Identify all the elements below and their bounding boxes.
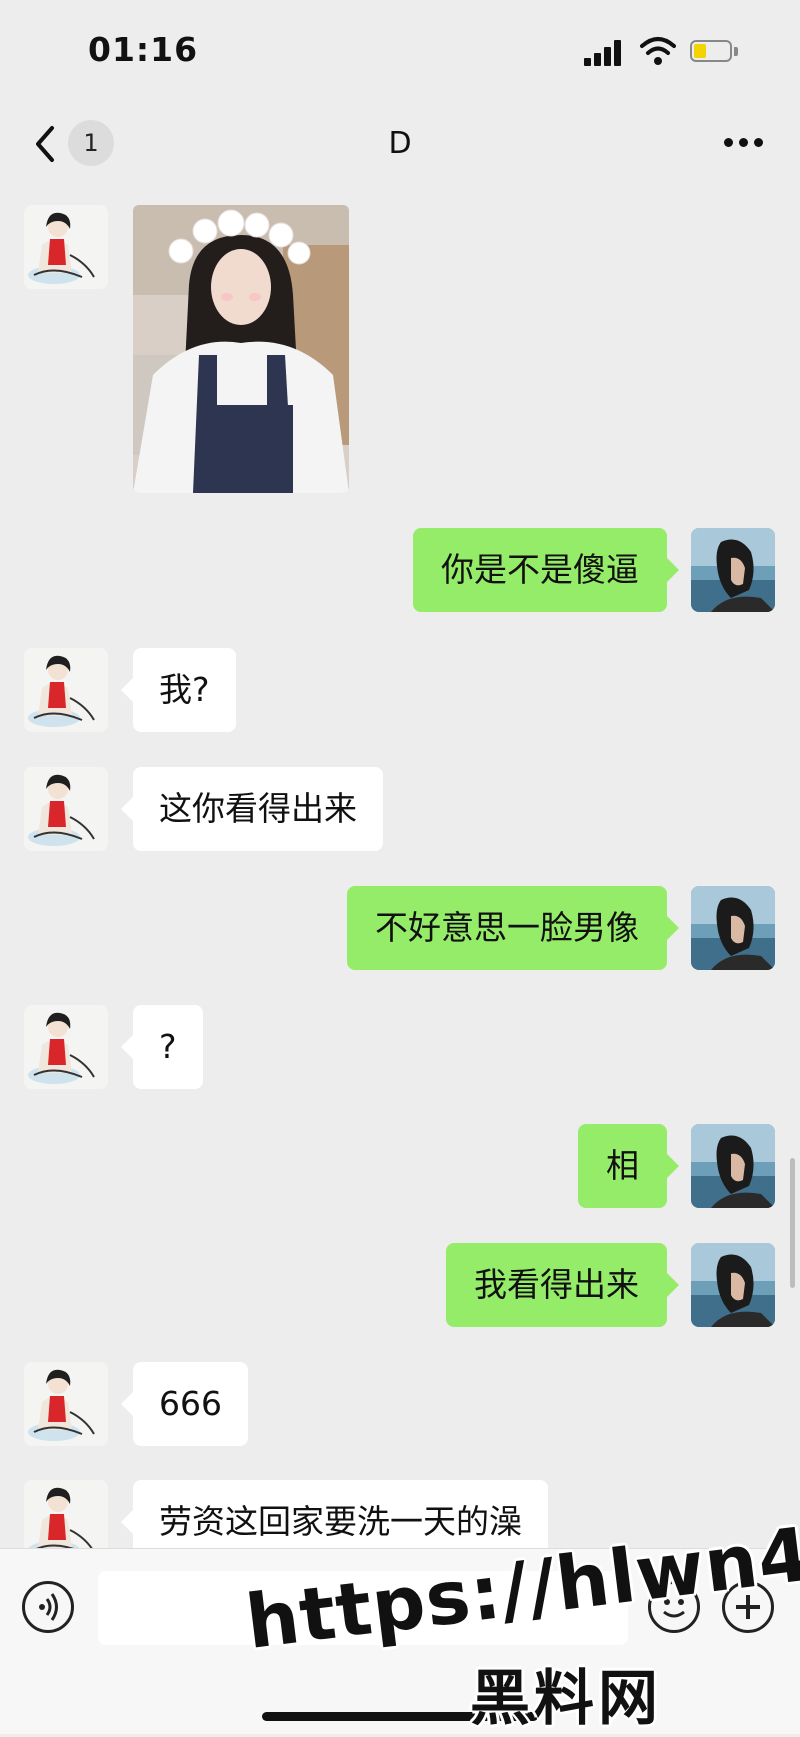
contact-avatar[interactable] bbox=[24, 1005, 108, 1089]
message-bubble-outgoing[interactable]: 相 bbox=[578, 1124, 679, 1208]
contact-avatar[interactable] bbox=[24, 767, 108, 851]
message-bubble-outgoing[interactable]: 不好意思一脸男像 bbox=[347, 886, 679, 970]
more-dots-icon[interactable] bbox=[720, 138, 768, 150]
scrollbar[interactable] bbox=[790, 1158, 795, 1288]
status-time: 01:16 bbox=[88, 30, 199, 69]
signal-icon bbox=[584, 40, 624, 66]
message-bubble-incoming[interactable]: 666 bbox=[121, 1362, 248, 1446]
my-avatar[interactable] bbox=[691, 528, 775, 612]
message-bubble-incoming[interactable]: 这你看得出来 bbox=[121, 767, 383, 851]
voice-icon[interactable] bbox=[22, 1581, 74, 1633]
wifi-icon bbox=[640, 37, 676, 65]
my-avatar[interactable] bbox=[691, 1124, 775, 1208]
watermark-label: 黑料网 bbox=[470, 1664, 662, 1734]
message-image[interactable] bbox=[133, 205, 349, 493]
chat-title: D bbox=[388, 126, 412, 161]
my-avatar[interactable] bbox=[691, 1243, 775, 1327]
status-bar: 01:16 bbox=[0, 0, 800, 100]
message-bubble-outgoing[interactable]: 我看得出来 bbox=[446, 1243, 679, 1327]
my-avatar[interactable] bbox=[691, 886, 775, 970]
battery-icon bbox=[690, 40, 740, 64]
contact-avatar[interactable] bbox=[24, 1362, 108, 1446]
message-bubble-incoming[interactable]: ? bbox=[121, 1005, 203, 1089]
message-bubble-outgoing[interactable]: 你是不是傻逼 bbox=[413, 528, 679, 612]
chat-header: 1 D bbox=[0, 100, 800, 188]
contact-avatar[interactable] bbox=[24, 205, 108, 289]
contact-avatar[interactable] bbox=[24, 648, 108, 732]
message-bubble-incoming[interactable]: 我? bbox=[121, 648, 236, 732]
